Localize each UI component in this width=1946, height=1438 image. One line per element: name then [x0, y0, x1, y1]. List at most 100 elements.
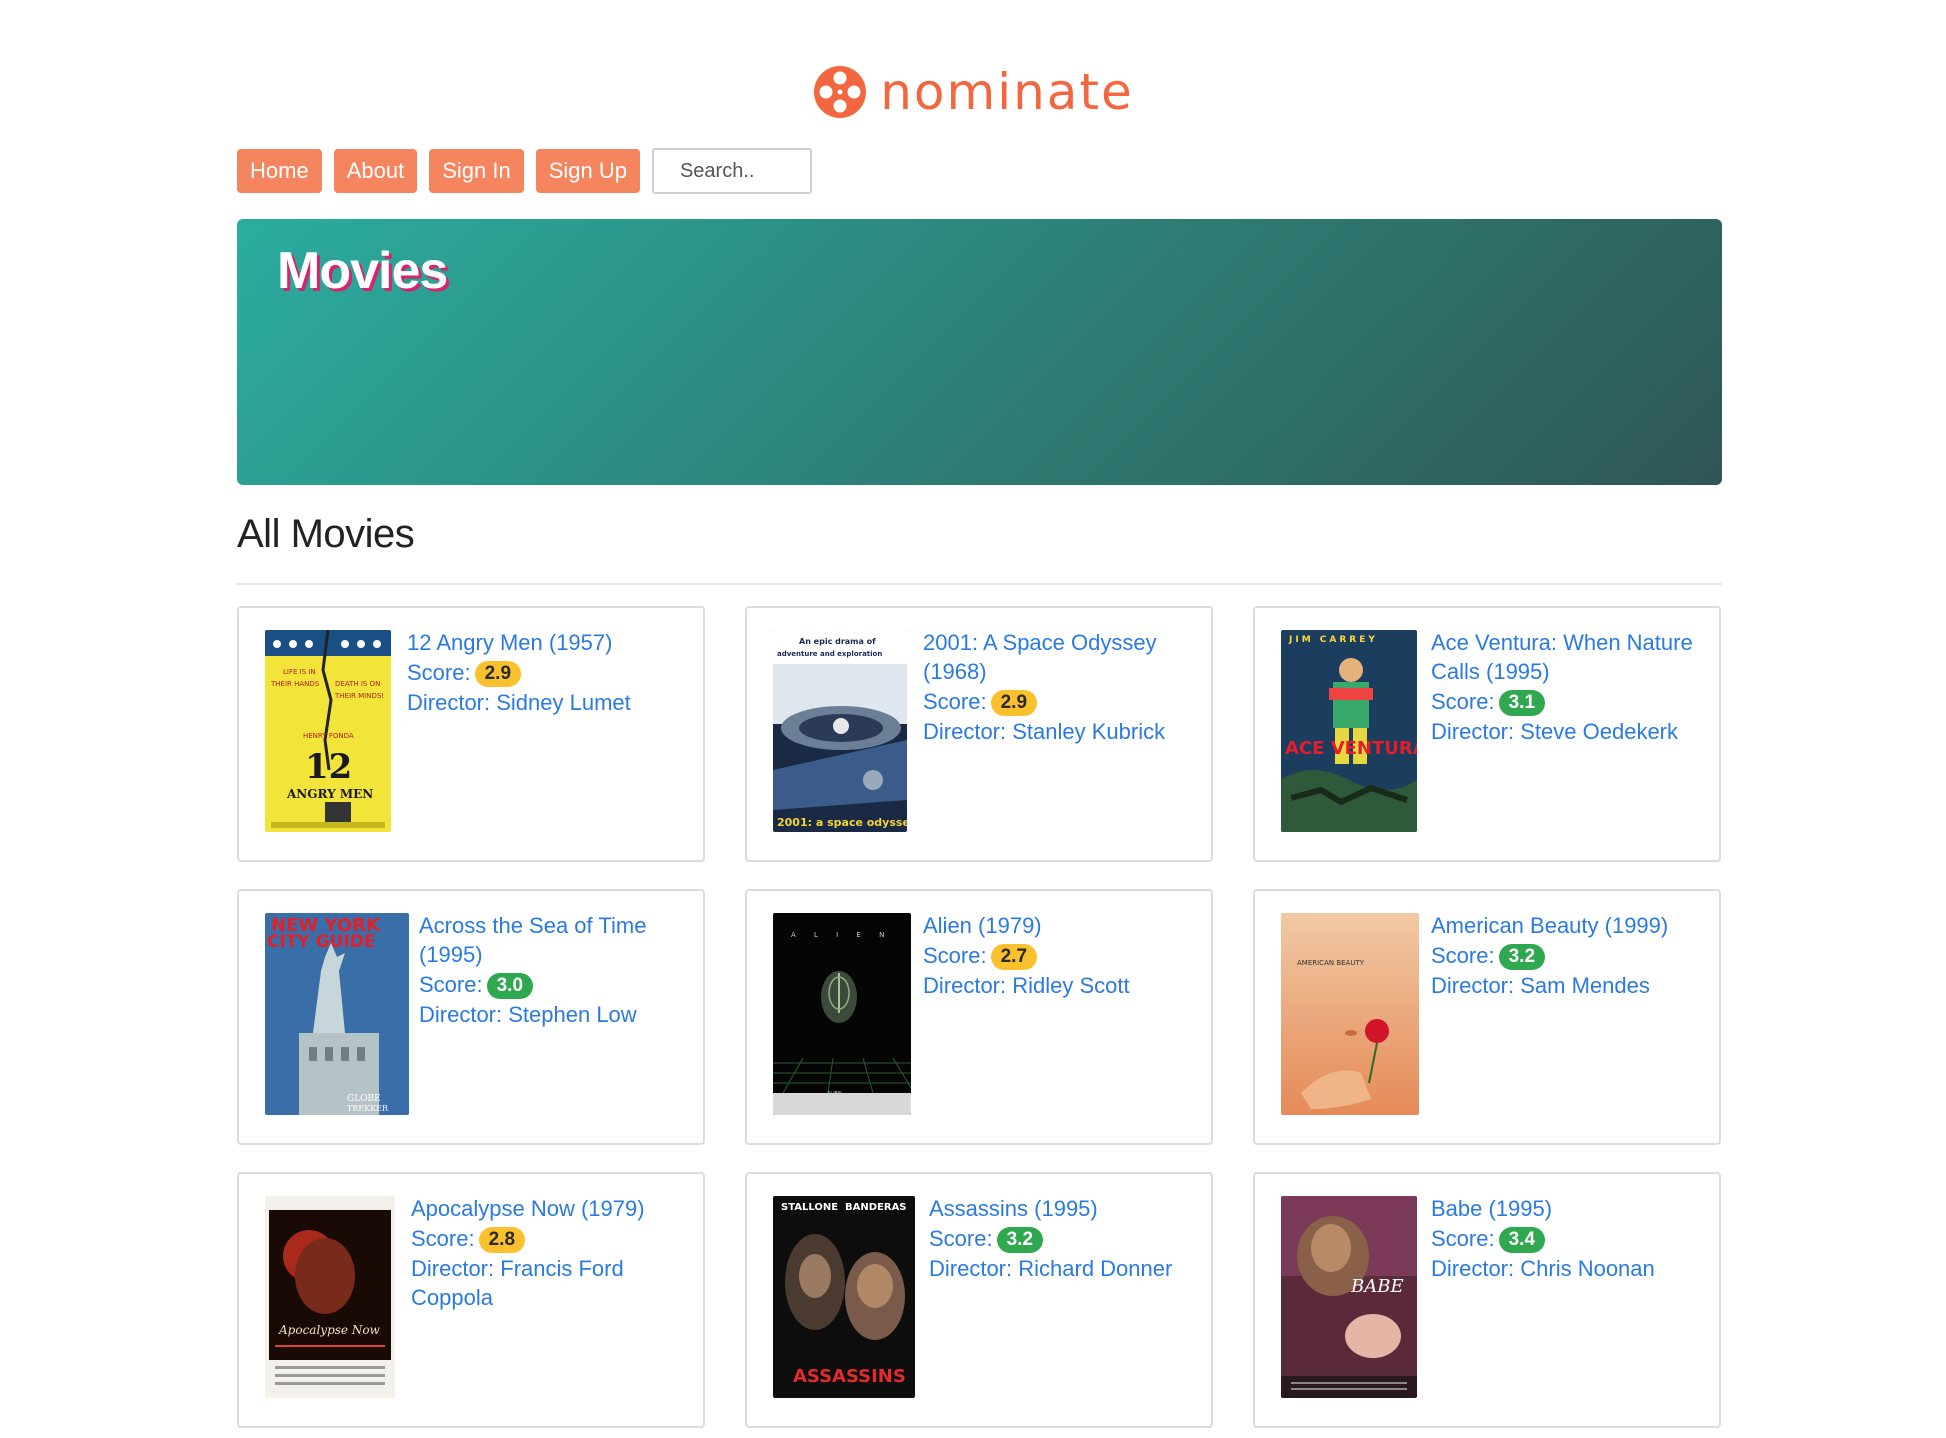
movie-poster[interactable]: LIFE IS IN THEIR HANDS DEATH IS ON THEIR… [265, 630, 391, 832]
score-label: Score: [923, 689, 987, 714]
film-reel-icon [814, 66, 867, 118]
score-badge: 2.8 [478, 1227, 526, 1254]
home-button[interactable]: Home [237, 149, 322, 193]
movie-card[interactable]: AMERICAN BEAUTY American Beauty (1999) S… [1253, 889, 1721, 1145]
score-line: Score: 3.2 [1431, 941, 1707, 971]
movie-poster[interactable]: STALLONE BANDERAS ASSASSINS [773, 1196, 915, 1398]
poster-text: BABE [1350, 1276, 1404, 1297]
director-label: Director: [929, 1256, 1013, 1282]
movie-poster[interactable]: AMERICAN BEAUTY [1281, 913, 1419, 1115]
poster-text: THEIR MINDS! [334, 692, 384, 700]
movie-card[interactable]: BABE Babe (1995) Score: 3.4 Director: Chr… [1253, 1172, 1721, 1428]
poster-text: CITY GUIDE [267, 932, 375, 952]
poster-text: ALIEN [827, 1091, 842, 1097]
score-label: Score: [411, 1226, 475, 1251]
poster-text: adventure and exploration [777, 650, 882, 658]
movie-poster[interactable]: Apocalypse Now [265, 1196, 395, 1398]
sign-in-button[interactable]: Sign In [429, 149, 524, 193]
movie-title-link[interactable]: American Beauty (1999) [1431, 911, 1707, 940]
director-label: Director: [419, 1002, 503, 1028]
score-badge: 3.0 [486, 973, 534, 1000]
director-name: Stanley Kubrick [1012, 719, 1166, 745]
movie-title-link[interactable]: Apocalypse Now (1979) [411, 1194, 691, 1223]
poster-text: HENRY FONDA [303, 732, 354, 740]
section-title: All Movies [237, 512, 415, 556]
movie-title-link[interactable]: Babe (1995) [1431, 1194, 1707, 1223]
movie-poster[interactable]: BABE [1281, 1196, 1417, 1398]
director-name: Ridley Scott [1012, 973, 1130, 999]
score-line: Score: 3.4 [1431, 1224, 1707, 1254]
director-line: Director: Steve Oedekerk [1431, 717, 1707, 746]
director-label: Director: [923, 719, 1007, 745]
movie-info: Across the Sea of Time (1995) Score: 3.0 … [419, 911, 691, 1029]
score-line: Score: 2.7 [923, 941, 1199, 971]
director-name: Richard Donner [1018, 1256, 1173, 1282]
director-name: Sidney Lumet [496, 690, 631, 716]
poster-text: THEIR HANDS [270, 680, 320, 688]
movie-info: American Beauty (1999) Score: 3.2 Directo… [1431, 911, 1707, 1000]
poster-text: A L I E N [791, 931, 892, 939]
movie-title-link[interactable]: 12 Angry Men (1957) [407, 628, 691, 657]
score-label: Score: [1431, 1226, 1495, 1251]
score-line: Score: 3.1 [1431, 687, 1707, 717]
score-line: Score: 2.9 [923, 687, 1199, 717]
logo[interactable]: nominate [0, 62, 1946, 122]
movie-poster[interactable]: A L I E N ALIEN [773, 913, 911, 1115]
score-label: Score: [923, 943, 987, 968]
poster-text: ACE VENTURA [1285, 738, 1417, 759]
director-label: Director: [923, 973, 1007, 999]
movie-title-link[interactable]: Assassins (1995) [929, 1194, 1199, 1223]
poster-text: DEATH IS ON [335, 680, 380, 688]
movie-card[interactable]: Apocalypse Now Apocalypse Now (1979) Sco… [237, 1172, 705, 1428]
score-label: Score: [1431, 689, 1495, 714]
movie-info: Assassins (1995) Score: 3.2 Director: Ric… [929, 1194, 1199, 1283]
score-label: Score: [929, 1226, 993, 1251]
movie-card[interactable]: STALLONE BANDERAS ASSASSINS Assassins (1… [745, 1172, 1213, 1428]
search-input[interactable] [651, 148, 812, 194]
poster-text: 2001: a space odyssey [777, 816, 907, 829]
movie-title-link[interactable]: Alien (1979) [923, 911, 1199, 940]
director-name: Stephen Low [508, 1002, 637, 1028]
movie-card[interactable]: A L I E N ALIEN Alien (1979) Score: 2.7 D… [745, 889, 1213, 1145]
movie-title-link[interactable]: Across the Sea of Time (1995) [419, 911, 691, 969]
score-line: Score: 2.9 [407, 658, 691, 688]
score-badge: 3.1 [1498, 690, 1546, 717]
movie-card[interactable]: JIM CARREY ACE VENTURA Ace Ventura: When… [1253, 606, 1721, 862]
score-label: Score: [1431, 943, 1495, 968]
score-line: Score: 3.2 [929, 1224, 1199, 1254]
poster-text: GLOBE [347, 1094, 381, 1104]
poster-text: An epic drama of [799, 637, 876, 646]
poster-text: TREKKER [347, 1104, 389, 1113]
hero-banner: Movies [237, 219, 1722, 485]
director-line: Director: Sidney Lumet [407, 688, 691, 717]
movie-card[interactable]: NEW YORK CITY GUIDE GLOBE TREKKER Across… [237, 889, 705, 1145]
score-badge: 3.4 [1498, 1227, 1546, 1254]
score-label: Score: [407, 660, 471, 685]
movie-card[interactable]: An epic drama of adventure and explorati… [745, 606, 1213, 862]
logo-inner[interactable]: nominate [812, 64, 1134, 120]
hero-title: Movies [277, 242, 448, 300]
poster-text: ASSASSINS [793, 1366, 906, 1387]
movie-info: Apocalypse Now (1979) Score: 2.8 Director… [411, 1194, 691, 1312]
score-line: Score: 2.8 [411, 1224, 691, 1254]
sign-up-button[interactable]: Sign Up [535, 149, 640, 193]
score-badge: 3.2 [1498, 944, 1546, 971]
page: nominate Home About Sign In Sign Up Movi… [0, 0, 1946, 1438]
movie-title-link[interactable]: 2001: A Space Odyssey (1968) [923, 628, 1199, 686]
brand-name: nominate [880, 63, 1134, 121]
director-line: Director: Ridley Scott [923, 971, 1199, 1000]
movie-title-link[interactable]: Ace Ventura: When Nature Calls (1995) [1431, 628, 1707, 686]
movie-poster[interactable]: An epic drama of adventure and explorati… [773, 630, 907, 832]
poster-text: JIM CARREY [1288, 635, 1378, 645]
movie-poster[interactable]: JIM CARREY ACE VENTURA [1281, 630, 1417, 832]
about-button[interactable]: About [333, 149, 418, 193]
score-badge: 2.7 [990, 944, 1038, 971]
director-line: Director: Richard Donner [929, 1254, 1199, 1283]
director-label: Director: [1431, 1256, 1515, 1282]
director-line: Director: Stanley Kubrick [923, 717, 1199, 746]
movie-grid: LIFE IS IN THEIR HANDS DEATH IS ON THEIR… [237, 606, 1722, 1428]
score-badge: 2.9 [990, 690, 1038, 717]
movie-card[interactable]: LIFE IS IN THEIR HANDS DEATH IS ON THEIR… [237, 606, 705, 862]
poster-text: BANDERAS [845, 1202, 907, 1213]
movie-poster[interactable]: NEW YORK CITY GUIDE GLOBE TREKKER [265, 913, 409, 1115]
